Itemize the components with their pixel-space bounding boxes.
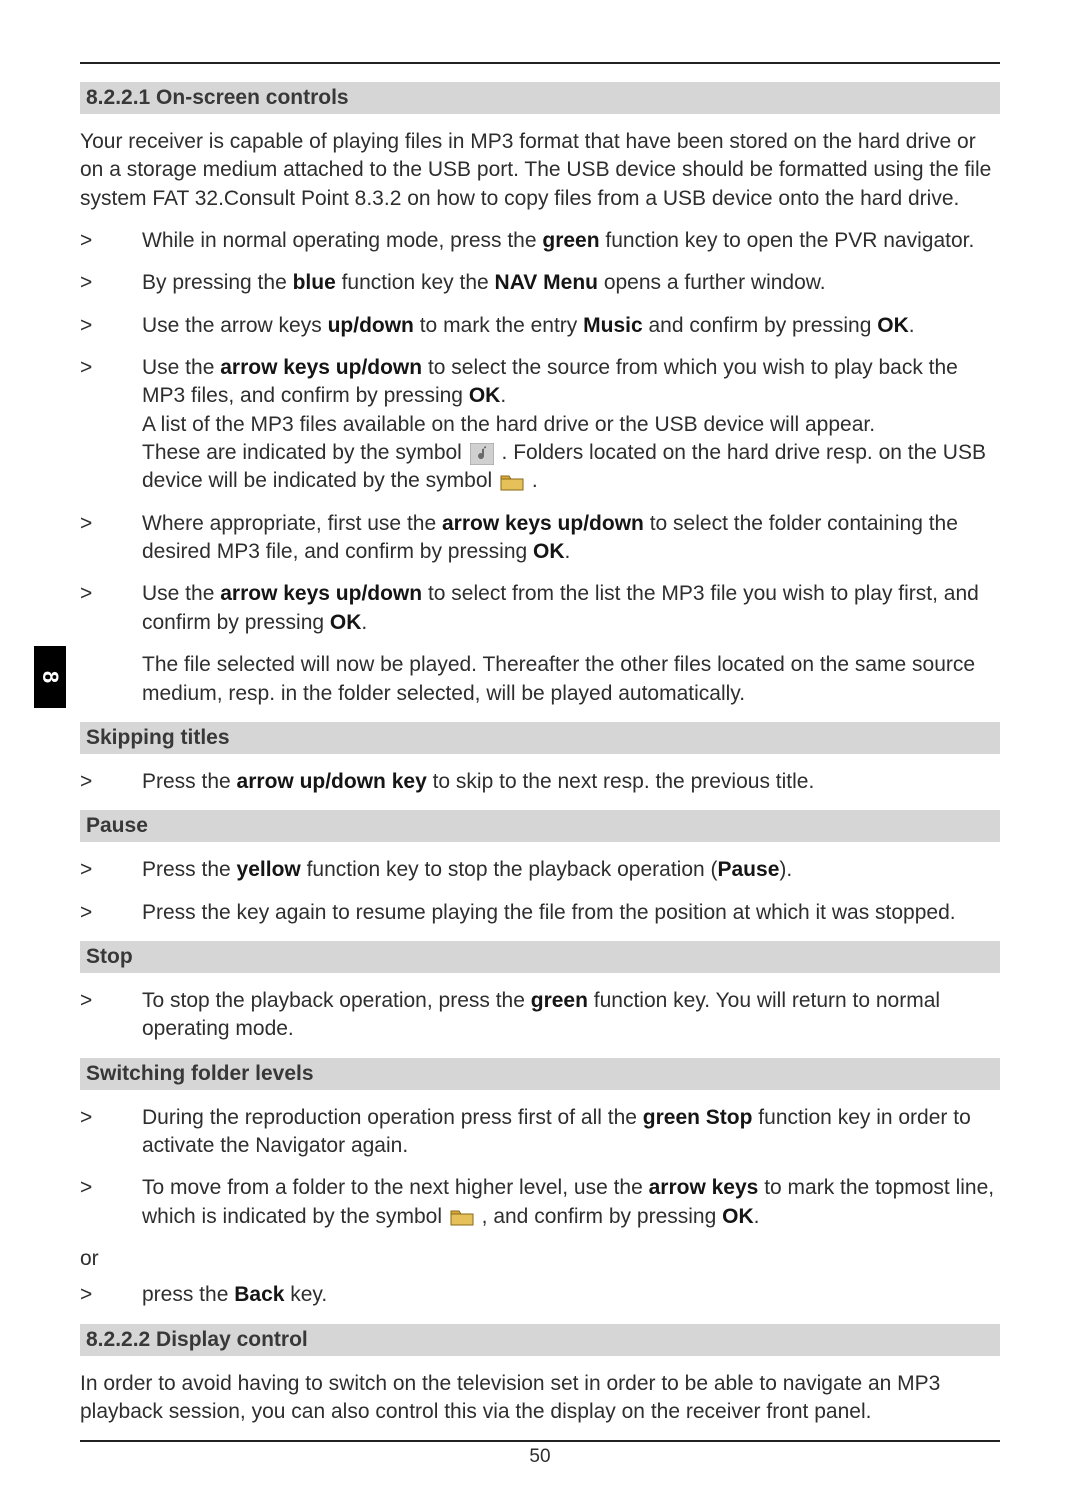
chapter-number: 8 (37, 671, 63, 683)
list-item: > Use the arrow keys up/down to select t… (80, 354, 1000, 496)
bullet-marker: > (80, 768, 142, 796)
bullet-marker: > (80, 269, 142, 297)
list-item-text: Press the arrow up/down key to skip to t… (142, 768, 1000, 796)
list-item-text: Press the yellow function key to stop th… (142, 856, 1000, 884)
list-item-text: Use the arrow keys up/down to select fro… (142, 580, 1000, 637)
list-item: > By pressing the blue function key the … (80, 269, 1000, 297)
bullet-marker: > (80, 227, 142, 255)
list-item: > While in normal operating mode, press … (80, 227, 1000, 255)
heading-pause: Pause (80, 810, 1000, 842)
list-item: > To stop the playback operation, press … (80, 987, 1000, 1044)
manual-page: 8 8.2.2.1 On-screen controls Your receiv… (0, 0, 1080, 1504)
bullet-marker: > (80, 856, 142, 884)
list-item: > Where appropriate, first use the arrow… (80, 510, 1000, 567)
list-item-text: During the reproduction operation press … (142, 1104, 1000, 1161)
bullet-marker: > (80, 899, 142, 927)
heading-skipping-titles: Skipping titles (80, 722, 1000, 754)
folder-icon (500, 473, 524, 491)
folder-up-icon (450, 1208, 474, 1226)
list-item: > Use the arrow keys up/down to select f… (80, 580, 1000, 637)
list-item-text: Press the key again to resume playing th… (142, 899, 1000, 927)
bullet-marker: > (80, 510, 142, 538)
list-item: > To move from a folder to the next high… (80, 1174, 1000, 1231)
bullet-marker: > (80, 1281, 142, 1309)
bottom-rule (80, 1440, 1000, 1442)
list-item-text: While in normal operating mode, press th… (142, 227, 1000, 255)
heading-switching-folder-levels: Switching folder levels (80, 1058, 1000, 1090)
list-item-text: Use the arrow keys up/down to mark the e… (142, 312, 1000, 340)
list-item-text: To move from a folder to the next higher… (142, 1174, 1000, 1231)
list-item-text: By pressing the blue function key the NA… (142, 269, 1000, 297)
bullet-marker: > (80, 580, 142, 608)
list-item-text: To stop the playback operation, press th… (142, 987, 1000, 1044)
list-item: > Use the arrow keys up/down to mark the… (80, 312, 1000, 340)
list-item-text: Where appropriate, first use the arrow k… (142, 510, 1000, 567)
bullet-marker: > (80, 1174, 142, 1202)
bullet-marker: > (80, 1104, 142, 1132)
bullet-marker: > (80, 987, 142, 1015)
list-item: > Press the yellow function key to stop … (80, 856, 1000, 884)
heading-onscreen-controls: 8.2.2.1 On-screen controls (80, 82, 1000, 114)
list-item-text: Use the arrow keys up/down to select the… (142, 354, 1000, 496)
list-item: > Press the key again to resume playing … (80, 899, 1000, 927)
page-number: 50 (80, 1446, 1000, 1468)
top-rule (80, 62, 1000, 64)
bullet-marker: > (80, 312, 142, 340)
intro-paragraph: Your receiver is capable of playing file… (80, 128, 1000, 213)
or-separator: or (80, 1245, 1000, 1273)
bullet-marker: > (80, 354, 142, 382)
list-item: > Press the arrow up/down key to skip to… (80, 768, 1000, 796)
music-file-icon (470, 443, 494, 465)
list-item: > press the Back key. (80, 1281, 1000, 1309)
heading-display-control: 8.2.2.2 Display control (80, 1324, 1000, 1356)
chapter-tab: 8 (34, 646, 66, 708)
list-item: > During the reproduction operation pres… (80, 1104, 1000, 1161)
heading-stop: Stop (80, 941, 1000, 973)
list-item-text: press the Back key. (142, 1281, 1000, 1309)
list-item-text: The file selected will now be played. Th… (142, 651, 1000, 708)
continuation-text: The file selected will now be played. Th… (80, 651, 1000, 708)
display-control-paragraph: In order to avoid having to switch on th… (80, 1370, 1000, 1427)
